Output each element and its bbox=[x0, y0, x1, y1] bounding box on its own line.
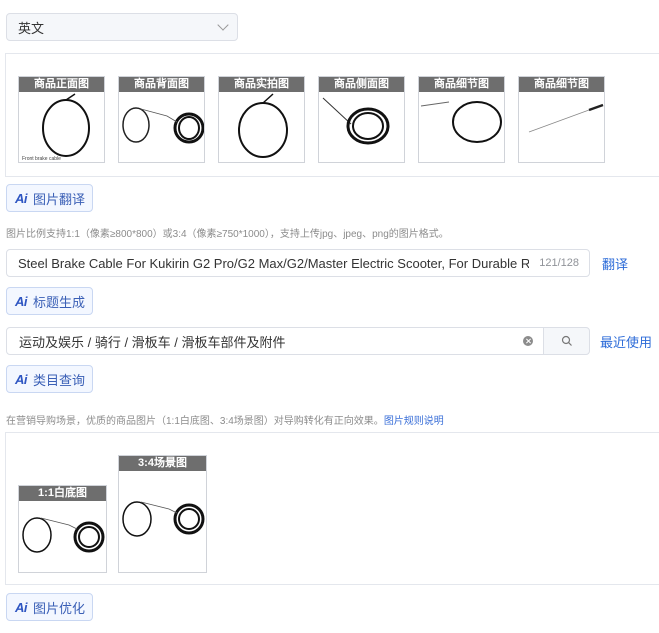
search-icon bbox=[561, 335, 572, 346]
image-optimize-label: 图片优化 bbox=[33, 600, 86, 616]
product-image-side[interactable]: 商品侧面图 bbox=[318, 76, 405, 163]
title-generate-label: 标题生成 bbox=[33, 294, 86, 310]
scene-image[interactable]: 3:4场景图 bbox=[118, 455, 207, 573]
white-background-image[interactable]: 1:1白底图 bbox=[18, 485, 107, 573]
category-query-button[interactable]: Ai 类目查询 bbox=[6, 365, 94, 393]
category-search-button[interactable] bbox=[543, 327, 590, 355]
translate-link[interactable]: 翻译 bbox=[602, 254, 628, 273]
title-char-count: 121/128 bbox=[539, 257, 579, 269]
marketing-hint-text: 在营销导购场景，优质的商品图片（1:1白底图、3:4场景图）对导购转化有正向效果… bbox=[6, 416, 384, 427]
ai-icon: Ai bbox=[15, 371, 28, 387]
cable-image: Front brake cable bbox=[22, 93, 90, 162]
cable-image bbox=[420, 101, 502, 143]
image-optimize-button[interactable]: Ai 图片优化 bbox=[6, 593, 94, 621]
product-title-value: Steel Brake Cable For Kukirin G2 Pro/G2 … bbox=[18, 255, 530, 271]
category-value: 运动及娱乐 / 骑行 / 滑板车 / 滑板车部件及附件 bbox=[19, 334, 286, 350]
product-image-front[interactable]: 商品正面图 Front brake cable bbox=[18, 76, 105, 163]
product-image-real[interactable]: 商品实拍图 bbox=[218, 76, 305, 163]
image-translate-button[interactable]: Ai 图片翻译 bbox=[6, 184, 94, 212]
image-format-hint: 图片比例支持1:1（像素≥800*800）或3:4（像素≥750*1000），支… bbox=[6, 229, 449, 240]
product-title-input[interactable]: Steel Brake Cable For Kukirin G2 Pro/G2 … bbox=[6, 249, 590, 277]
product-image-back[interactable]: 商品背面图 bbox=[118, 76, 205, 163]
image-caption: 商品背面图 bbox=[119, 77, 204, 92]
cable-image bbox=[122, 501, 205, 537]
category-input[interactable]: 运动及娱乐 / 骑行 / 滑板车 / 滑板车部件及附件 bbox=[6, 327, 544, 355]
product-image-detail-2[interactable]: 商品细节图 bbox=[518, 76, 605, 163]
ai-icon: Ai bbox=[15, 599, 28, 615]
title-generate-button[interactable]: Ai 标题生成 bbox=[6, 287, 94, 315]
ai-icon: Ai bbox=[15, 293, 28, 309]
marketing-image-hint: 在营销导购场景，优质的商品图片（1:1白底图、3:4场景图）对导购转化有正向效果… bbox=[6, 412, 444, 427]
language-select-value: 英文 bbox=[18, 20, 45, 36]
cable-image bbox=[322, 97, 390, 145]
image-caption: 商品实拍图 bbox=[219, 77, 304, 92]
language-select[interactable]: 英文 bbox=[6, 13, 238, 41]
category-query-label: 类目查询 bbox=[33, 372, 86, 388]
image-caption: 商品侧面图 bbox=[319, 77, 404, 92]
image-caption: 商品正面图 bbox=[19, 77, 104, 92]
clear-icon[interactable] bbox=[523, 336, 533, 346]
image-caption: 商品细节图 bbox=[519, 77, 604, 92]
image-rules-link[interactable]: 图片规则说明 bbox=[384, 416, 444, 427]
recent-used-link[interactable]: 最近使用 bbox=[600, 332, 652, 351]
cable-image bbox=[528, 103, 604, 133]
cable-image bbox=[238, 93, 288, 158]
cable-image bbox=[122, 107, 204, 144]
product-image-detail-1[interactable]: 商品细节图 bbox=[418, 76, 505, 163]
ai-icon: Ai bbox=[15, 190, 28, 206]
cable-image bbox=[22, 517, 105, 553]
image-caption: 1:1白底图 bbox=[19, 486, 106, 501]
image-caption: 3:4场景图 bbox=[119, 456, 206, 471]
image-note: Front brake cable bbox=[22, 156, 61, 162]
image-translate-label: 图片翻译 bbox=[33, 191, 86, 207]
image-caption: 商品细节图 bbox=[419, 77, 504, 92]
chevron-down-icon bbox=[217, 19, 229, 31]
